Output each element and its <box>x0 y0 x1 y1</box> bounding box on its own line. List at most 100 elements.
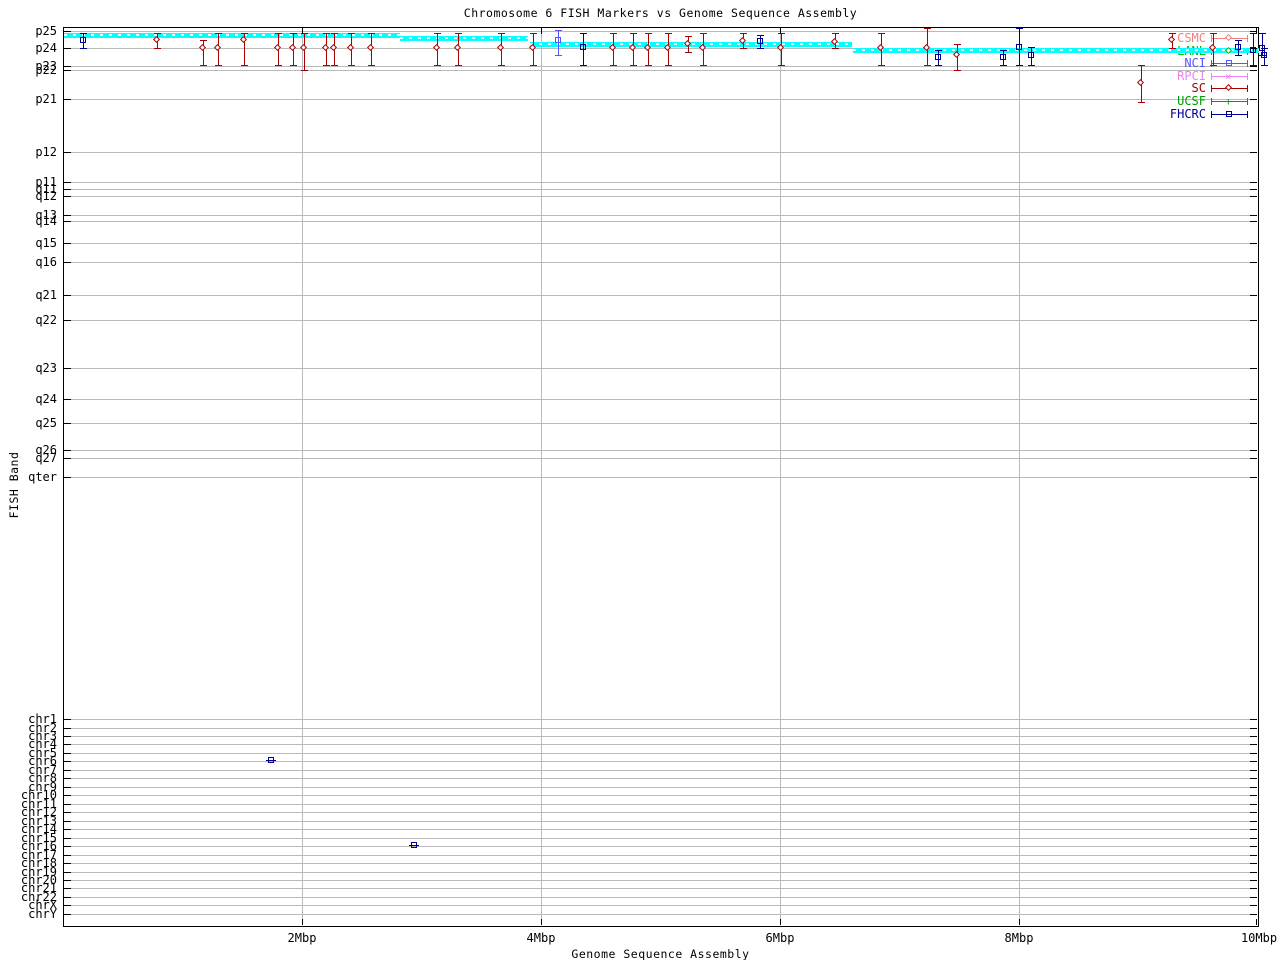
data-point-FHCRC-square-icon <box>757 38 763 44</box>
errorbar-cap <box>434 33 441 34</box>
gridline-y-chr2 <box>64 728 1257 729</box>
errorbar-cap <box>924 65 931 66</box>
x-tick-top <box>1256 28 1257 34</box>
y-tick-right <box>1250 196 1257 197</box>
errorbar-cap <box>630 33 637 34</box>
y-tick-right <box>1250 829 1257 830</box>
y-tick-left <box>64 761 71 762</box>
legend-sample-cap <box>1247 60 1248 67</box>
data-point-FHCRC-square-icon <box>1000 54 1006 60</box>
errorbar-cap <box>241 65 248 66</box>
y-tick-label-qter: qter <box>28 470 57 484</box>
y-tick-left <box>64 821 71 822</box>
data-point-FHCRC-square-icon <box>411 842 417 848</box>
errorbar-cap <box>241 33 248 34</box>
y-tick-left <box>64 829 71 830</box>
gridline-y-p23 <box>64 66 1257 67</box>
gridline-x-6Mbp <box>780 28 781 925</box>
x-tick-label-10Mbp: 10Mbp <box>1240 931 1278 945</box>
y-tick-right <box>1250 152 1257 153</box>
gridline-y-q23 <box>64 368 1257 369</box>
x-tick-top <box>780 28 781 34</box>
gridline-y-chr3 <box>64 736 1257 737</box>
errorbar-cap <box>530 33 537 34</box>
gridline-y-q16 <box>64 262 1257 263</box>
legend-marker-FHCRC-square-icon <box>1226 111 1232 117</box>
y-tick-left <box>64 753 71 754</box>
y-tick-left <box>64 905 71 906</box>
chart-canvas: Chromosome 6 FISH Markers vs Genome Sequ… <box>0 0 1280 960</box>
data-point-FHCRC-square-icon <box>935 54 941 60</box>
y-tick-left <box>64 897 71 898</box>
gridline-y-q15 <box>64 243 1257 244</box>
gridline-y-chrX <box>64 905 1257 906</box>
errorbar-cap <box>323 65 330 66</box>
gridline-y-chr5 <box>64 753 1257 754</box>
errorbar-cap <box>154 48 161 49</box>
legend-sample-cap <box>1247 73 1248 80</box>
errorbar-cap <box>832 33 839 34</box>
y-tick-left <box>64 295 71 296</box>
gridline-y-chr15 <box>64 838 1257 839</box>
y-tick-right <box>1250 880 1257 881</box>
gridline-y-chr21 <box>64 888 1257 889</box>
y-tick-right <box>1250 48 1257 49</box>
y-tick-left <box>64 48 71 49</box>
x-tick-top <box>302 28 303 34</box>
gridline-x-2Mbp <box>302 28 303 925</box>
y-tick-left <box>64 152 71 153</box>
errorbar-cap <box>740 48 747 49</box>
errorbar-cap <box>665 33 672 34</box>
y-tick-right <box>1250 399 1257 400</box>
errorbar-cap <box>1028 47 1035 48</box>
x-tick-label-2Mbp: 2Mbp <box>287 931 317 945</box>
y-tick-right <box>1250 320 1257 321</box>
data-point-FHCRC-square-icon <box>1028 52 1034 58</box>
y-tick-right <box>1250 804 1257 805</box>
gridline-y-chr6 <box>64 761 1257 762</box>
legend-marker-UCSF-plus-icon: + <box>1225 95 1232 108</box>
errorbar-cap <box>700 33 707 34</box>
y-tick-left <box>64 795 71 796</box>
errorbar-cap <box>290 33 297 34</box>
y-tick-right <box>1250 846 1257 847</box>
data-point-FHCRC-square-icon <box>1235 44 1241 50</box>
x-tick-top <box>541 28 542 34</box>
legend-marker-NCI-square-icon <box>1226 60 1232 66</box>
x-tick-bottom <box>302 919 303 925</box>
errorbar-cap <box>645 33 652 34</box>
data-point-FHCRC-square-icon <box>1261 52 1267 58</box>
errorbar-cap <box>368 65 375 66</box>
gridline-y-q26 <box>64 450 1257 451</box>
gridline-y-chr14 <box>64 829 1257 830</box>
errorbar-cap <box>434 65 441 66</box>
y-tick-left <box>64 888 71 889</box>
errorbar-cap <box>1261 48 1268 49</box>
gridline-y-q24 <box>64 399 1257 400</box>
y-tick-label-p25: p25 <box>35 24 57 38</box>
y-tick-right <box>1250 770 1257 771</box>
y-tick-label-q14: q14 <box>35 214 57 228</box>
gridline-y-q27 <box>64 458 1257 459</box>
y-tick-left <box>64 221 71 222</box>
y-tick-left <box>64 880 71 881</box>
errorbar-cap <box>80 48 87 49</box>
legend-label-SC: SC <box>1191 81 1206 95</box>
y-tick-label-p22: p22 <box>35 63 57 77</box>
gridline-y-q12 <box>64 196 1257 197</box>
y-tick-right <box>1250 243 1257 244</box>
legend-sample-cap <box>1211 35 1212 42</box>
y-tick-label-q21: q21 <box>35 288 57 302</box>
errorbar-cap <box>215 65 222 66</box>
legend-sample-cap <box>1211 111 1212 118</box>
gridline-y-chr9 <box>64 787 1257 788</box>
y-tick-right <box>1250 821 1257 822</box>
errorbar-cap <box>1000 65 1007 66</box>
y-tick-label-chrY: chrY <box>28 907 57 921</box>
gridline-x-8Mbp <box>1019 28 1020 925</box>
y-tick-label-q12: q12 <box>35 189 57 203</box>
y-tick-left <box>64 736 71 737</box>
errorbar-cap <box>331 65 338 66</box>
legend-label-FHCRC: FHCRC <box>1169 107 1206 121</box>
errorbar-cap <box>935 50 942 51</box>
